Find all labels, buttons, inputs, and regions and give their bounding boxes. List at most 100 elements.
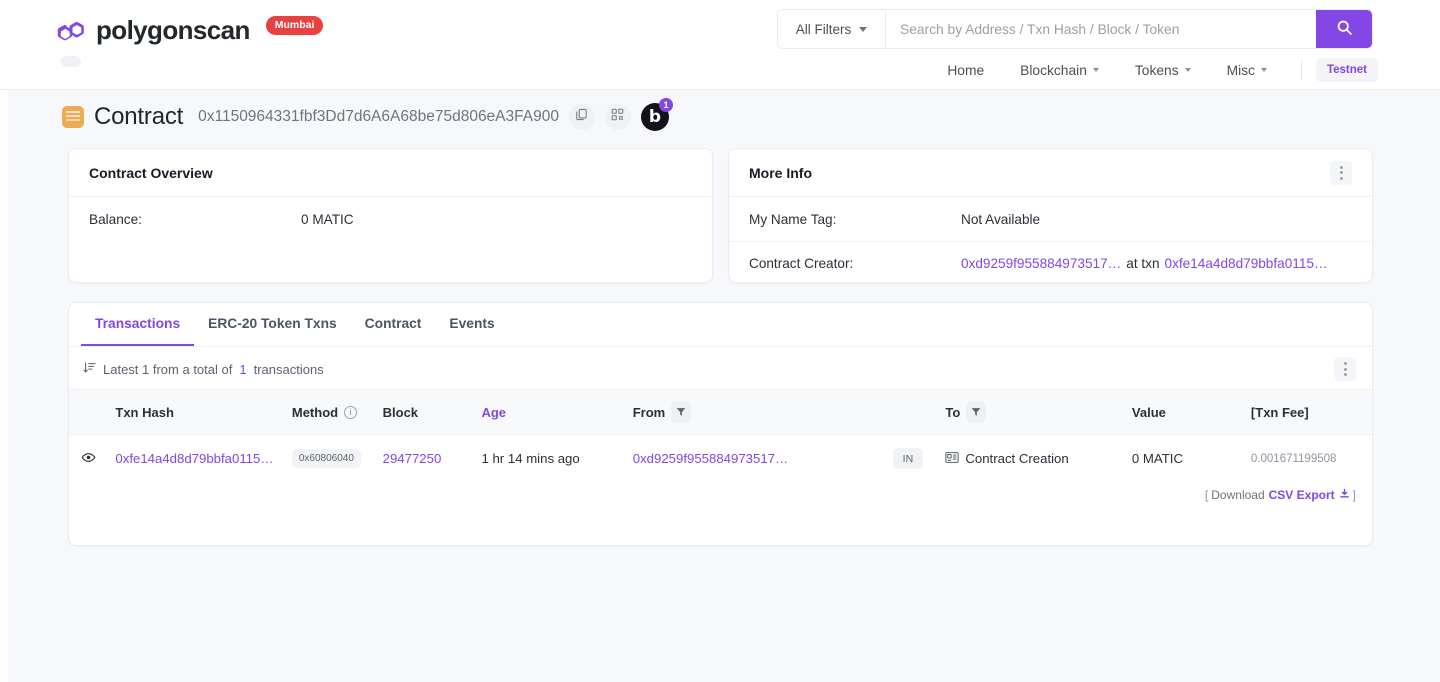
tab-transactions[interactable]: Transactions bbox=[81, 303, 195, 346]
blockscan-unread-badge: 1 bbox=[658, 98, 673, 112]
eye-icon[interactable] bbox=[81, 450, 96, 465]
page-title-label: Contract bbox=[94, 103, 184, 130]
search-input[interactable] bbox=[886, 10, 1316, 48]
cell-age: 1 hr 14 mins ago bbox=[481, 451, 580, 466]
col-header-txn-hash: Txn Hash bbox=[115, 389, 292, 435]
main-nav: Home Blockchain Tokens Misc Testnet bbox=[929, 58, 1378, 82]
info-icon[interactable]: i bbox=[344, 405, 358, 419]
chevron-down-icon bbox=[1260, 68, 1267, 72]
header-divider bbox=[0, 89, 1440, 90]
tab-events[interactable]: Events bbox=[435, 303, 508, 346]
tab-contract[interactable]: Contract bbox=[351, 303, 436, 346]
creator-address-link[interactable]: 0xd9259f955884973517… bbox=[961, 256, 1121, 271]
txn-hash-link[interactable]: 0xfe14a4d8d79bbfa0115… bbox=[115, 451, 273, 466]
cell-method: 0x60806040 bbox=[291, 435, 383, 483]
nav-item-blockchain[interactable]: Blockchain bbox=[1002, 63, 1117, 78]
left-gutter bbox=[0, 0, 8, 682]
more-info-card: More Info My Name Tag: Not Available Con… bbox=[728, 148, 1373, 283]
filter-icon[interactable] bbox=[671, 402, 692, 422]
creator-txn-link[interactable]: 0xfe14a4d8d79bbfa0115… bbox=[1165, 256, 1328, 271]
nav-label: Tokens bbox=[1134, 62, 1179, 78]
tab-bar: Transactions ERC-20 Token Txns Contract … bbox=[69, 303, 1372, 347]
cell-txn-hash: 0xfe14a4d8d79bbfa0115… bbox=[115, 435, 291, 483]
col-header-from: From bbox=[632, 389, 893, 435]
col-header-method-label: Method bbox=[291, 404, 339, 420]
table-header: Txn Hash Method i Block Age From To Valu… bbox=[69, 389, 1372, 435]
summary-suffix: transactions bbox=[253, 361, 324, 377]
chevron-down-icon bbox=[859, 26, 868, 32]
summary-prefix: Latest 1 from a total of bbox=[103, 361, 233, 377]
cell-eye bbox=[69, 435, 115, 483]
nav-item-tokens[interactable]: Tokens bbox=[1117, 63, 1209, 78]
page-title: Contract 0x1150964331fbf3Dd7d6A6A68be75d… bbox=[62, 98, 673, 131]
transactions-card: Transactions ERC-20 Token Txns Contract … bbox=[68, 302, 1373, 546]
brand-name: polygonscan bbox=[96, 15, 250, 45]
col-header-age[interactable]: Age bbox=[481, 389, 633, 435]
direction-badge: IN bbox=[892, 448, 923, 469]
filter-icon[interactable] bbox=[966, 402, 987, 422]
all-filters-label: All Filters bbox=[795, 21, 852, 37]
summary-count: 1 bbox=[239, 361, 247, 377]
to-label: Contract Creation bbox=[965, 451, 1069, 466]
sort-descending-icon[interactable] bbox=[83, 361, 96, 377]
name-tag-label: My Name Tag: bbox=[749, 211, 837, 227]
cell-to: Contract Creation bbox=[945, 435, 1132, 483]
balance-row: Balance: 0 MATIC bbox=[69, 197, 712, 241]
cell-txn-fee: 0.001671199508 bbox=[1250, 452, 1337, 465]
col-header-txn-fee: [Txn Fee] bbox=[1250, 389, 1372, 435]
col-header-from-label: From bbox=[632, 404, 666, 420]
csv-export-link[interactable]: CSV Export bbox=[1269, 488, 1335, 502]
more-info-title: More Info bbox=[749, 164, 812, 181]
search-button[interactable] bbox=[1316, 10, 1372, 48]
transactions-table: Txn Hash Method i Block Age From To Valu… bbox=[69, 389, 1372, 482]
nav-label: Misc bbox=[1226, 62, 1255, 78]
cell-value: 0 MATIC bbox=[1131, 451, 1183, 466]
contract-creator-label: Contract Creator: bbox=[749, 256, 854, 271]
tab-erc20-token-txns[interactable]: ERC-20 Token Txns bbox=[194, 303, 351, 346]
network-switcher-button[interactable]: Testnet bbox=[1315, 58, 1378, 82]
col-header-eye bbox=[69, 389, 116, 435]
qr-code-icon bbox=[611, 108, 624, 126]
copy-address-button[interactable] bbox=[568, 104, 595, 130]
col-header-to: To bbox=[945, 389, 1132, 435]
contract-creator-row: Contract Creator: 0xd9259f955884973517… a… bbox=[729, 241, 1372, 285]
search-bar: All Filters bbox=[777, 9, 1373, 49]
contract-overview-card: Contract Overview Balance: 0 MATIC bbox=[68, 148, 713, 283]
kebab-menu-icon[interactable] bbox=[1330, 160, 1352, 185]
transactions-toolbar: Latest 1 from a total of 1 transactions bbox=[69, 347, 1372, 389]
cell-direction: IN bbox=[892, 435, 945, 483]
balance-label: Balance: bbox=[89, 211, 142, 227]
col-header-direction bbox=[892, 389, 946, 435]
chevron-down-icon bbox=[1184, 68, 1191, 72]
cell-block: 29477250 bbox=[383, 435, 482, 483]
csv-export-row: [ Download CSV Export ] bbox=[69, 482, 1372, 502]
nav-item-home[interactable]: Home bbox=[929, 63, 1002, 78]
nav-divider bbox=[1300, 60, 1302, 80]
nav-item-misc[interactable]: Misc bbox=[1209, 63, 1285, 78]
download-icon[interactable] bbox=[1339, 488, 1350, 502]
kebab-menu-icon[interactable] bbox=[1334, 357, 1356, 381]
csv-open-bracket: [ bbox=[1204, 488, 1209, 502]
col-header-method: Method i bbox=[291, 389, 383, 435]
contract-address: 0x1150964331fbf3Dd7d6A6A68be75d806eA3FA9… bbox=[198, 108, 559, 125]
contract-overview-header: Contract Overview bbox=[69, 149, 712, 197]
network-badge: Mumbai bbox=[265, 16, 324, 35]
nav-label: Home bbox=[947, 62, 985, 78]
col-header-block[interactable]: Block bbox=[382, 389, 482, 435]
csv-prefix: Download bbox=[1211, 488, 1265, 502]
table-body: 0xfe14a4d8d79bbfa0115… 0x60806040 294772… bbox=[69, 435, 1372, 483]
blockscan-chat-button[interactable]: b 1 bbox=[640, 98, 673, 131]
transactions-summary: Latest 1 from a total of 1 transactions bbox=[83, 361, 324, 377]
nav-label: Blockchain bbox=[1020, 62, 1087, 78]
name-tag-value: Not Available bbox=[961, 211, 1041, 227]
block-link[interactable]: 29477250 bbox=[383, 451, 442, 466]
brand-subtitle-placeholder bbox=[61, 56, 81, 67]
qr-code-button[interactable] bbox=[604, 104, 631, 130]
brand-logo[interactable]: polygonscan Mumbai bbox=[57, 15, 324, 46]
col-header-to-label: To bbox=[945, 404, 961, 420]
all-filters-dropdown[interactable]: All Filters bbox=[778, 10, 886, 48]
page-root: polygonscan Mumbai All Filters Search by… bbox=[0, 0, 1440, 682]
csv-close-bracket: ] bbox=[1352, 488, 1356, 502]
cell-from: 0xd9259f955884973517… bbox=[633, 435, 893, 483]
from-address-link[interactable]: 0xd9259f955884973517… bbox=[633, 451, 788, 466]
